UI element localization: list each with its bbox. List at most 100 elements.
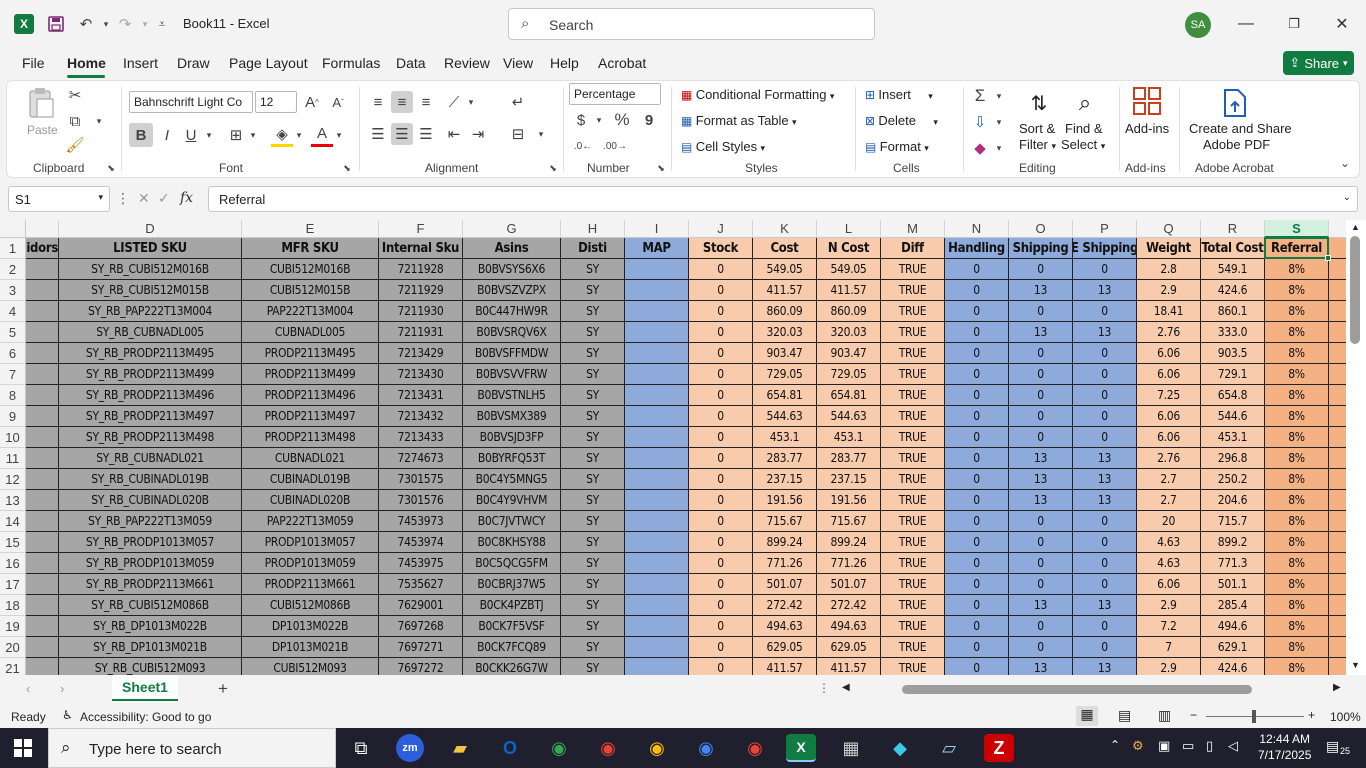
- table-cell[interactable]: 7213430: [379, 364, 463, 385]
- row-header[interactable]: 10: [0, 427, 26, 448]
- table-cell[interactable]: 0: [689, 280, 753, 301]
- tab-home[interactable]: Home: [67, 55, 106, 71]
- table-cell[interactable]: 424.6: [1201, 658, 1265, 675]
- table-cell[interactable]: 501.1: [1201, 574, 1265, 595]
- redo-icon[interactable]: ↷: [115, 14, 135, 34]
- table-cell[interactable]: [26, 343, 59, 364]
- table-cell[interactable]: 715.67: [817, 511, 881, 532]
- table-cell[interactable]: 0: [945, 280, 1009, 301]
- table-cell[interactable]: 549.1: [1201, 259, 1265, 280]
- notepad-icon[interactable]: ▱: [934, 734, 964, 762]
- table-cell[interactable]: [1329, 448, 1346, 469]
- font-size-combo[interactable]: 12: [255, 91, 297, 113]
- table-cell[interactable]: SY: [561, 322, 625, 343]
- table-cell[interactable]: [1329, 385, 1346, 406]
- find-select-icon[interactable]: ⌕: [1069, 87, 1101, 119]
- table-cell[interactable]: [26, 385, 59, 406]
- table-cell[interactable]: 8%: [1265, 343, 1329, 364]
- chrome-profile-3-icon[interactable]: ◉: [642, 734, 672, 762]
- add-ins-label[interactable]: Add-ins: [1125, 121, 1169, 136]
- table-cell[interactable]: [1329, 343, 1346, 364]
- table-cell[interactable]: TRUE: [881, 385, 945, 406]
- table-cell[interactable]: SY: [561, 490, 625, 511]
- header-cell[interactable]: LISTED SKU: [59, 238, 242, 259]
- table-cell[interactable]: 7697268: [379, 616, 463, 637]
- table-cell[interactable]: PRODP2113M661: [242, 574, 379, 595]
- borders-icon[interactable]: ⊞: [225, 123, 247, 147]
- table-cell[interactable]: 0: [689, 406, 753, 427]
- table-cell[interactable]: 6.06: [1137, 343, 1201, 364]
- table-cell[interactable]: SY: [561, 427, 625, 448]
- table-cell[interactable]: 424.6: [1201, 280, 1265, 301]
- table-cell[interactable]: SY: [561, 385, 625, 406]
- sheet-tab-sheet1[interactable]: Sheet1: [112, 675, 178, 701]
- table-cell[interactable]: [1329, 553, 1346, 574]
- sort-filter-label-2[interactable]: Filter ▾: [1019, 137, 1056, 152]
- table-cell[interactable]: 8%: [1265, 658, 1329, 675]
- table-cell[interactable]: [26, 364, 59, 385]
- horizontal-scroll-thumb[interactable]: [902, 685, 1252, 694]
- table-cell[interactable]: B0BVSYS6X6: [463, 259, 561, 280]
- table-cell[interactable]: 7535627: [379, 574, 463, 595]
- table-cell[interactable]: 0: [689, 385, 753, 406]
- table-cell[interactable]: 0: [945, 553, 1009, 574]
- scroll-right-icon[interactable]: ▶: [1333, 682, 1341, 693]
- tab-insert[interactable]: Insert: [123, 55, 158, 71]
- cell-styles-button[interactable]: ▤ Cell Styles ▾: [681, 139, 765, 154]
- table-cell[interactable]: 0: [945, 259, 1009, 280]
- table-cell[interactable]: [26, 511, 59, 532]
- table-cell[interactable]: CUBNADL005: [242, 322, 379, 343]
- table-cell[interactable]: 320.03: [753, 322, 817, 343]
- table-cell[interactable]: 0: [945, 364, 1009, 385]
- format-cells-button[interactable]: ▤ Format ▾: [865, 139, 929, 154]
- table-cell[interactable]: 0: [945, 406, 1009, 427]
- table-cell[interactable]: 8%: [1265, 490, 1329, 511]
- table-cell[interactable]: [1329, 301, 1346, 322]
- table-cell[interactable]: 0: [1009, 259, 1073, 280]
- table-cell[interactable]: 283.77: [753, 448, 817, 469]
- table-cell[interactable]: TRUE: [881, 511, 945, 532]
- table-cell[interactable]: SY: [561, 553, 625, 574]
- table-cell[interactable]: 0: [1009, 427, 1073, 448]
- table-cell[interactable]: TRUE: [881, 490, 945, 511]
- table-cell[interactable]: 7213431: [379, 385, 463, 406]
- bold-button[interactable]: B: [129, 123, 153, 147]
- table-cell[interactable]: B0CBRJ37W5: [463, 574, 561, 595]
- table-cell[interactable]: CUBI512M015B: [242, 280, 379, 301]
- header-cell[interactable]: N Cost: [817, 238, 881, 259]
- table-cell[interactable]: 8%: [1265, 595, 1329, 616]
- find-select-label-2[interactable]: Select ▾: [1061, 137, 1105, 152]
- table-cell[interactable]: 13: [1073, 490, 1137, 511]
- table-cell[interactable]: PAP222T13M059: [242, 511, 379, 532]
- search-box[interactable]: ⌕ Search: [508, 8, 875, 40]
- table-cell[interactable]: [625, 595, 689, 616]
- sort-filter-label-1[interactable]: Sort &: [1019, 121, 1055, 136]
- user-avatar[interactable]: SA: [1185, 12, 1211, 38]
- table-cell[interactable]: 0: [945, 637, 1009, 658]
- font-name-combo[interactable]: Bahnschrift Light Co: [129, 91, 253, 113]
- header-cell[interactable]: Disti: [561, 238, 625, 259]
- table-cell[interactable]: SY_RB_CUBNADL021: [59, 448, 242, 469]
- zoom-app-icon[interactable]: zm: [396, 734, 424, 762]
- table-cell[interactable]: [625, 553, 689, 574]
- merge-dropdown-icon[interactable]: ▾: [535, 123, 547, 145]
- table-cell[interactable]: [1329, 469, 1346, 490]
- tab-help[interactable]: Help: [550, 55, 579, 71]
- font-color-icon[interactable]: A: [311, 123, 333, 147]
- table-cell[interactable]: B0BVSRQV6X: [463, 322, 561, 343]
- row-header[interactable]: 6: [0, 343, 26, 364]
- table-cell[interactable]: TRUE: [881, 427, 945, 448]
- header-cell[interactable]: Asins: [463, 238, 561, 259]
- table-cell[interactable]: 320.03: [817, 322, 881, 343]
- header-cell[interactable]: [1329, 238, 1346, 259]
- table-cell[interactable]: 7.2: [1137, 616, 1201, 637]
- table-cell[interactable]: 654.81: [817, 385, 881, 406]
- table-cell[interactable]: [26, 469, 59, 490]
- fill-color-dropdown-icon[interactable]: ▾: [293, 123, 305, 147]
- table-cell[interactable]: 7211928: [379, 259, 463, 280]
- table-cell[interactable]: 8%: [1265, 532, 1329, 553]
- table-cell[interactable]: B0BYRFQ53T: [463, 448, 561, 469]
- table-cell[interactable]: 0: [689, 511, 753, 532]
- table-cell[interactable]: SY_RB_DP1013M021B: [59, 637, 242, 658]
- prev-sheet-icon[interactable]: ‹: [26, 681, 30, 696]
